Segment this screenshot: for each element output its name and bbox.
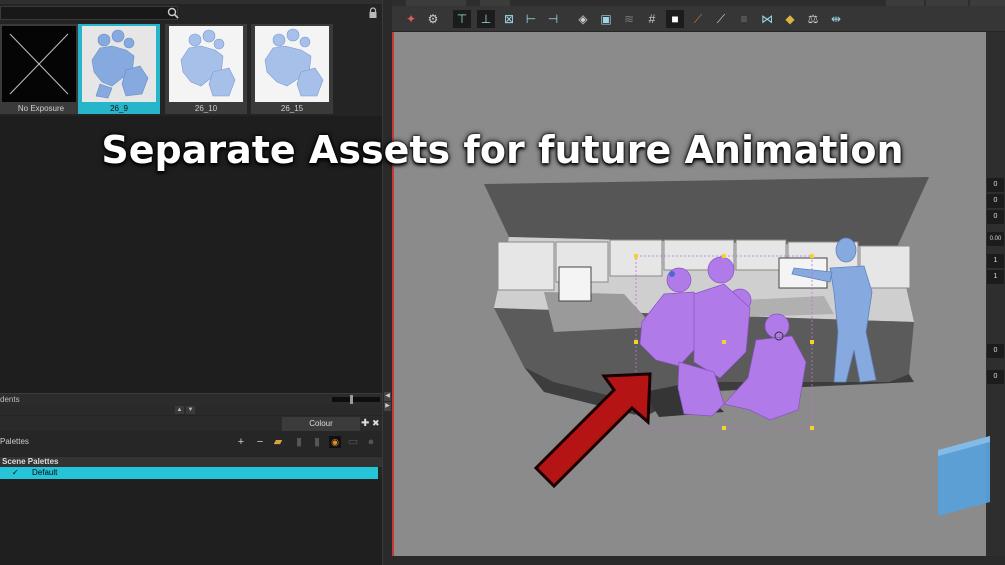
brush-icon[interactable]: ⟋ [712,10,730,28]
ruler-icon[interactable]: ≡ [735,10,753,28]
thumbnail-no-exposure[interactable]: No Exposure [0,24,82,114]
pb-logo-icon [938,436,990,516]
collapse-right-icon[interactable]: ▶ [384,402,391,411]
thumbnail-26-9[interactable]: 26_9 [78,24,160,114]
timeline-label: dents [0,395,20,404]
thumbnail-26-10[interactable]: 26_10 [165,24,247,114]
side-value[interactable]: 1 [987,254,1004,268]
palette-list [0,479,382,565]
morph-icon[interactable]: ⋈ [758,10,776,28]
monitor-left [558,266,592,302]
scene-palettes-header: Scene Palettes [0,457,382,467]
reset-tool-icon[interactable]: ⊠ [500,10,518,28]
check-icon: ✓ [12,468,19,477]
side-value[interactable]: 0 [987,210,1004,224]
character-sketch-icon [264,28,324,97]
grid-icon[interactable]: # [643,10,661,28]
video-caption: Separate Assets for future Animation [101,128,904,172]
frame-tool-icon[interactable]: ▣ [597,10,615,28]
timeline-slider[interactable] [332,397,380,402]
pencil-icon[interactable]: ⟋ [689,10,707,28]
collapse-left-icon[interactable]: ◀ [384,392,391,401]
thumbnail-image [255,26,329,102]
side-value[interactable]: 0 [987,370,1004,384]
scroll-up-icon[interactable]: ▲ [175,406,184,414]
settings-icon[interactable]: ● [365,436,377,448]
search-icon[interactable] [166,6,180,20]
paint-bucket-icon[interactable]: ◆ [781,10,799,28]
add-icon[interactable]: + [235,436,247,448]
align-icon[interactable]: ⇹ [827,10,845,28]
scroll-down-icon[interactable]: ▼ [186,406,195,414]
thumbnail-label: 26_15 [280,104,304,113]
red-arrow-icon [533,372,652,489]
lock-icon[interactable] [368,7,378,19]
side-value[interactable]: 0 [987,178,1004,192]
library-search-input[interactable] [0,6,178,20]
onion-skin-icon[interactable]: ◈ [574,10,592,28]
colour-tab-bar: Colour ✚ ✖ [0,416,382,431]
scene-drawing [484,177,929,430]
add-tab-icon[interactable]: ✚ [361,418,369,429]
cross-icon [9,33,69,95]
thumbnail-26-15[interactable]: 26_15 [251,24,333,114]
gear-icon[interactable]: ⚙ [424,10,442,28]
thumbnail-label: No Exposure [17,104,65,113]
palettes-toolbar: Palettes + − ▰ ▮ ▮ ◉ ▭ ● [0,431,382,455]
character-sketch-icon [91,29,149,99]
tab-colour[interactable]: Colour [282,417,360,431]
transform-tool-icon[interactable]: ✦ [402,10,420,28]
scene-viewport[interactable] [392,32,986,556]
drawing-thumbnails: No Exposure 26_9 26_10 26_15 [0,24,382,116]
side-value[interactable]: 0 [987,194,1004,208]
remove-icon[interactable]: − [254,436,266,448]
thumbnail-label: 26_10 [194,104,218,113]
ceiling-shape [484,177,929,247]
timeline-bar: dents [0,393,382,405]
left-panel: No Exposure 26_9 26_10 26_15 dents ▲ ▼ C… [0,0,382,565]
harmony-app: No Exposure 26_9 26_10 26_15 dents ▲ ▼ C… [0,0,1005,565]
lock-tool-icon[interactable]: ⊥ [477,10,495,28]
close-icon[interactable]: ✖ [372,418,380,429]
no-exposure-image [2,26,76,102]
scroll-arrows: ▲ ▼ [0,405,382,415]
pivot-tool-icon[interactable]: ⊢ [522,10,540,28]
camera-toolbar: ✦ ⚙ ⊤ ⊥ ⊠ ⊢ ⊣ ◈ ▣ ≋ # ■ ⟋ ⟋ ≡ ⋈ ◆ ⚖ ⇹ [392,6,1005,32]
palette-icon[interactable]: ◉ [329,436,341,448]
folder-icon[interactable]: ▰ [272,436,284,448]
link-icon[interactable]: ▮ [293,436,305,448]
character-sketch-icon [180,29,236,97]
panel-top-strip [0,0,382,4]
square-tool-icon[interactable]: ■ [666,10,684,28]
palette-name: Default [32,468,58,477]
duplicate-icon[interactable]: ▭ [347,436,359,448]
unlink-icon[interactable]: ▮ [311,436,323,448]
palette-row-default[interactable]: ✓ Default [0,467,378,479]
pivot-tool-2-icon[interactable]: ⊣ [544,10,562,28]
thumbnail-image [82,26,156,102]
side-value[interactable]: 0 [987,344,1004,358]
side-value[interactable]: 1 [987,270,1004,284]
thumbnail-label: 26_9 [110,104,128,113]
peg-tool-icon[interactable]: ⊤ [453,10,471,28]
thumbnail-image [169,26,243,102]
flip-icon[interactable]: ⚖ [804,10,822,28]
camera-view-panel: ✦ ⚙ ⊤ ⊥ ⊠ ⊢ ⊣ ◈ ▣ ≋ # ■ ⟋ ⟋ ≡ ⋈ ◆ ⚖ ⇹ 0 … [392,0,1005,565]
panel-divider[interactable]: ◀ ▶ [382,0,392,565]
timeline-slider-handle[interactable] [350,395,353,404]
side-value[interactable]: 0.00 [987,232,1004,246]
layers-icon[interactable]: ≋ [620,10,638,28]
palettes-label: Palettes [0,437,29,446]
status-bar [392,556,1005,565]
